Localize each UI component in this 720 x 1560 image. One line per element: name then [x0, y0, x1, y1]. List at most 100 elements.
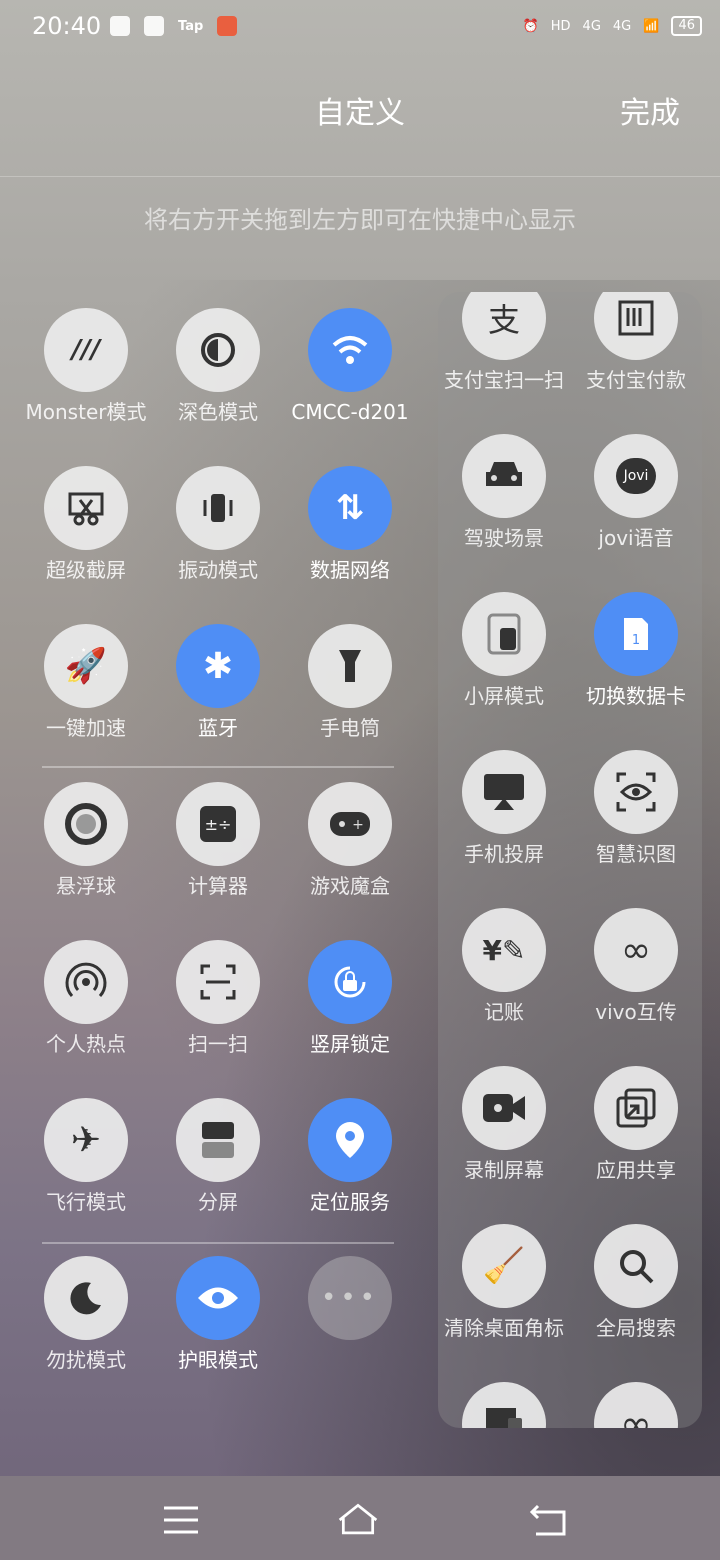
alarm-icon: ⏰ [522, 18, 539, 34]
quick-setting-tile[interactable]: 分屏 [152, 1098, 284, 1214]
eye-icon[interactable] [176, 1256, 260, 1340]
cast-icon[interactable] [462, 750, 546, 834]
sim-card-icon[interactable]: 1 [594, 592, 678, 676]
quick-setting-tile[interactable]: 振动模式 [152, 466, 284, 582]
svg-text:±÷: ±÷ [205, 815, 232, 834]
gamepad-icon[interactable]: + [308, 782, 392, 866]
vibration-icon[interactable] [176, 466, 260, 550]
quick-setting-tile[interactable]: 勿扰模式 [20, 1256, 152, 1372]
small-screen-icon[interactable] [462, 592, 546, 676]
tile-label: 手机投屏 [464, 842, 544, 866]
video-icon [110, 16, 130, 36]
flashlight-icon[interactable] [308, 624, 392, 708]
tile-label: 切换数据卡 [586, 684, 686, 708]
menu-icon[interactable] [160, 1500, 204, 1540]
jovi-icon[interactable]: Jovi [594, 434, 678, 518]
car-icon[interactable] [462, 434, 546, 518]
airplane-icon[interactable]: ✈ [44, 1098, 128, 1182]
alipay-scan-icon[interactable]: 支 [462, 292, 546, 360]
alipay-pay-icon[interactable] [594, 292, 678, 360]
available-setting-tile[interactable]: 1 切换数据卡 [570, 592, 702, 708]
quick-setting-tile[interactable]: 🚀 一键加速 [20, 624, 152, 740]
wifi-icon[interactable] [308, 308, 392, 392]
quick-setting-tile[interactable]: 深色模式 [152, 308, 284, 424]
tile-label: 小屏模式 [464, 684, 544, 708]
quick-setting-tile[interactable]: 悬浮球 [20, 782, 152, 898]
quick-setting-tile[interactable]: 竖屏锁定 [284, 940, 416, 1056]
available-setting-tile[interactable]: 支支付宝扫一扫 [438, 292, 570, 392]
available-setting-tile[interactable]: 驾驶场景 [438, 434, 570, 550]
system-status-icons: ⏰ HD 4G 4G 📶 46 [523, 16, 702, 36]
available-setting-tile[interactable]: ∞ vivo互传 [570, 908, 702, 1024]
tile-label: 扫一扫 [188, 1032, 248, 1056]
bluetooth-icon[interactable]: ✱ [176, 624, 260, 708]
calculator-icon[interactable]: ±÷ [176, 782, 260, 866]
rocket-icon[interactable]: 🚀 [44, 624, 128, 708]
quick-setting-tile[interactable]: ••• [284, 1256, 416, 1348]
screenshot-icon[interactable] [44, 466, 128, 550]
quick-setting-tile[interactable]: ±÷ 计算器 [152, 782, 284, 898]
back-icon[interactable] [528, 1500, 572, 1540]
tile-label: 游戏魔盒 [310, 874, 390, 898]
tile-label: 深色模式 [178, 400, 258, 424]
quick-setting-tile[interactable]: 扫一扫 [152, 940, 284, 1056]
vivo-share-icon[interactable]: ∞ [594, 908, 678, 992]
available-setting-tile[interactable]: 全局搜索 [570, 1224, 702, 1340]
quick-setting-tile[interactable]: + 游戏魔盒 [284, 782, 416, 898]
available-setting-tile[interactable] [438, 1382, 570, 1428]
hotspot-icon[interactable] [44, 940, 128, 1024]
rotation-lock-icon[interactable] [308, 940, 392, 1024]
scan-icon[interactable] [176, 940, 260, 1024]
image-recognition-icon[interactable] [594, 750, 678, 834]
more-icon[interactable]: ••• [308, 1256, 392, 1340]
svg-text:+: + [352, 817, 364, 833]
done-button[interactable]: 完成 [620, 88, 680, 132]
header-divider [0, 176, 720, 177]
app-share-icon[interactable] [594, 1066, 678, 1150]
dark-mode-icon[interactable] [176, 308, 260, 392]
monster-icon[interactable]: /// [44, 308, 128, 392]
quick-setting-tile[interactable]: ✈ 飞行模式 [20, 1098, 152, 1214]
tile-label: 悬浮球 [56, 874, 116, 898]
hint-text: 将右方开关拖到左方即可在快捷中心显示 [144, 206, 576, 234]
quick-setting-tile[interactable]: ⇅ 数据网络 [284, 466, 416, 582]
home-icon[interactable] [336, 1500, 380, 1540]
clear-badge-icon[interactable]: 🧹 [462, 1224, 546, 1308]
available-setting-tile[interactable]: Jovi jovi语音 [570, 434, 702, 550]
tile-label: 竖屏锁定 [310, 1032, 390, 1056]
available-setting-tile[interactable]: ∞ [570, 1382, 702, 1428]
available-tiles-panel[interactable]: 支支付宝扫一扫 支付宝付款 驾驶场景 Jovi jovi语音小屏模式 1 切换数据卡手机投屏… [438, 292, 702, 1428]
available-setting-tile[interactable]: 录制屏幕 [438, 1066, 570, 1182]
desktop-icon[interactable] [462, 1382, 546, 1428]
available-setting-tile[interactable]: 🧹 清除桌面角标 [438, 1224, 570, 1340]
quick-setting-tile[interactable]: 手电筒 [284, 624, 416, 740]
available-setting-tile[interactable]: 智慧识图 [570, 750, 702, 866]
available-setting-tile[interactable]: 小屏模式 [438, 592, 570, 708]
available-setting-tile[interactable]: 支付宝付款 [570, 292, 702, 392]
moon-icon[interactable] [44, 1256, 128, 1340]
infinity-icon[interactable]: ∞ [594, 1382, 678, 1428]
quick-setting-tile[interactable]: 定位服务 [284, 1098, 416, 1214]
svg-text:1: 1 [632, 633, 640, 648]
available-setting-tile[interactable]: 应用共享 [570, 1066, 702, 1182]
search-icon[interactable] [594, 1224, 678, 1308]
quick-setting-tile[interactable]: CMCC-d201 [284, 308, 416, 424]
location-icon[interactable] [308, 1098, 392, 1182]
floating-ball-icon[interactable] [44, 782, 128, 866]
navigation-bar [0, 1476, 720, 1560]
available-setting-tile[interactable]: 手机投屏 [438, 750, 570, 866]
tile-label: CMCC-d201 [291, 400, 409, 424]
quick-setting-tile[interactable]: 个人热点 [20, 940, 152, 1056]
quick-setting-tile[interactable]: 护眼模式 [152, 1256, 284, 1372]
screen-record-icon[interactable] [462, 1066, 546, 1150]
tile-label: 智慧识图 [596, 842, 676, 866]
red-app-icon [217, 16, 238, 36]
data-network-icon[interactable]: ⇅ [308, 466, 392, 550]
split-screen-icon[interactable] [176, 1098, 260, 1182]
available-setting-tile[interactable]: ¥✎ 记账 [438, 908, 570, 1024]
bookkeeping-icon[interactable]: ¥✎ [462, 908, 546, 992]
quick-setting-tile[interactable]: ✱ 蓝牙 [152, 624, 284, 740]
tile-label: 护眼模式 [178, 1348, 258, 1372]
quick-setting-tile[interactable]: 超级截屏 [20, 466, 152, 582]
quick-setting-tile[interactable]: /// Monster模式 [20, 308, 152, 424]
